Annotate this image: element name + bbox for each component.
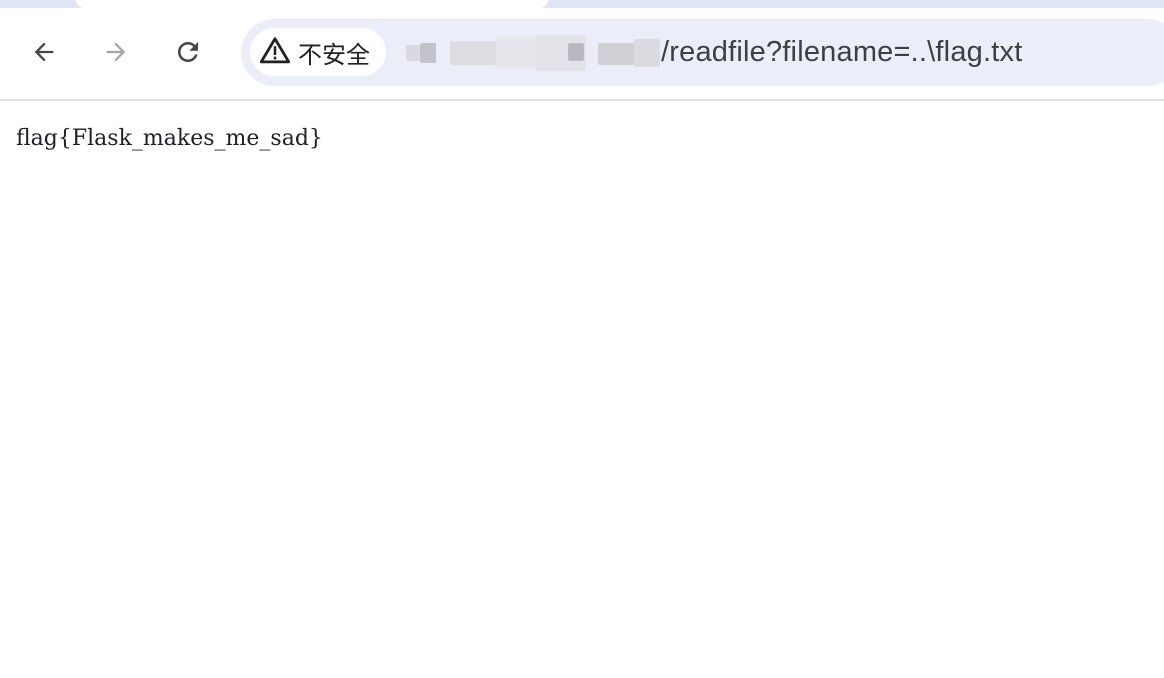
redacted-host xyxy=(406,33,661,73)
warning-triangle-icon xyxy=(259,36,291,69)
address-bar[interactable]: 不安全 /readfile?filename=..\flag.txt xyxy=(241,19,1164,86)
reload-icon xyxy=(173,37,203,67)
forward-button[interactable] xyxy=(94,30,138,74)
tab-strip xyxy=(0,0,1164,8)
security-label: 不安全 xyxy=(298,40,370,69)
browser-toolbar: 不安全 /readfile?filename=..\flag.txt xyxy=(0,8,1164,100)
page-body-text: flag{Flask_makes_me_sad} xyxy=(16,126,323,151)
arrow-left-icon xyxy=(30,38,58,66)
url-path-text: /readfile?filename=..\flag.txt xyxy=(661,36,1023,68)
toolbar-divider xyxy=(0,99,1164,101)
back-button[interactable] xyxy=(22,30,66,74)
security-indicator[interactable]: 不安全 xyxy=(250,28,386,76)
inactive-tab-left[interactable] xyxy=(0,0,76,8)
url-field[interactable]: /readfile?filename=..\flag.txt xyxy=(406,19,1022,86)
active-tab[interactable] xyxy=(76,0,548,8)
reload-button[interactable] xyxy=(166,30,210,74)
arrow-right-icon xyxy=(102,38,130,66)
